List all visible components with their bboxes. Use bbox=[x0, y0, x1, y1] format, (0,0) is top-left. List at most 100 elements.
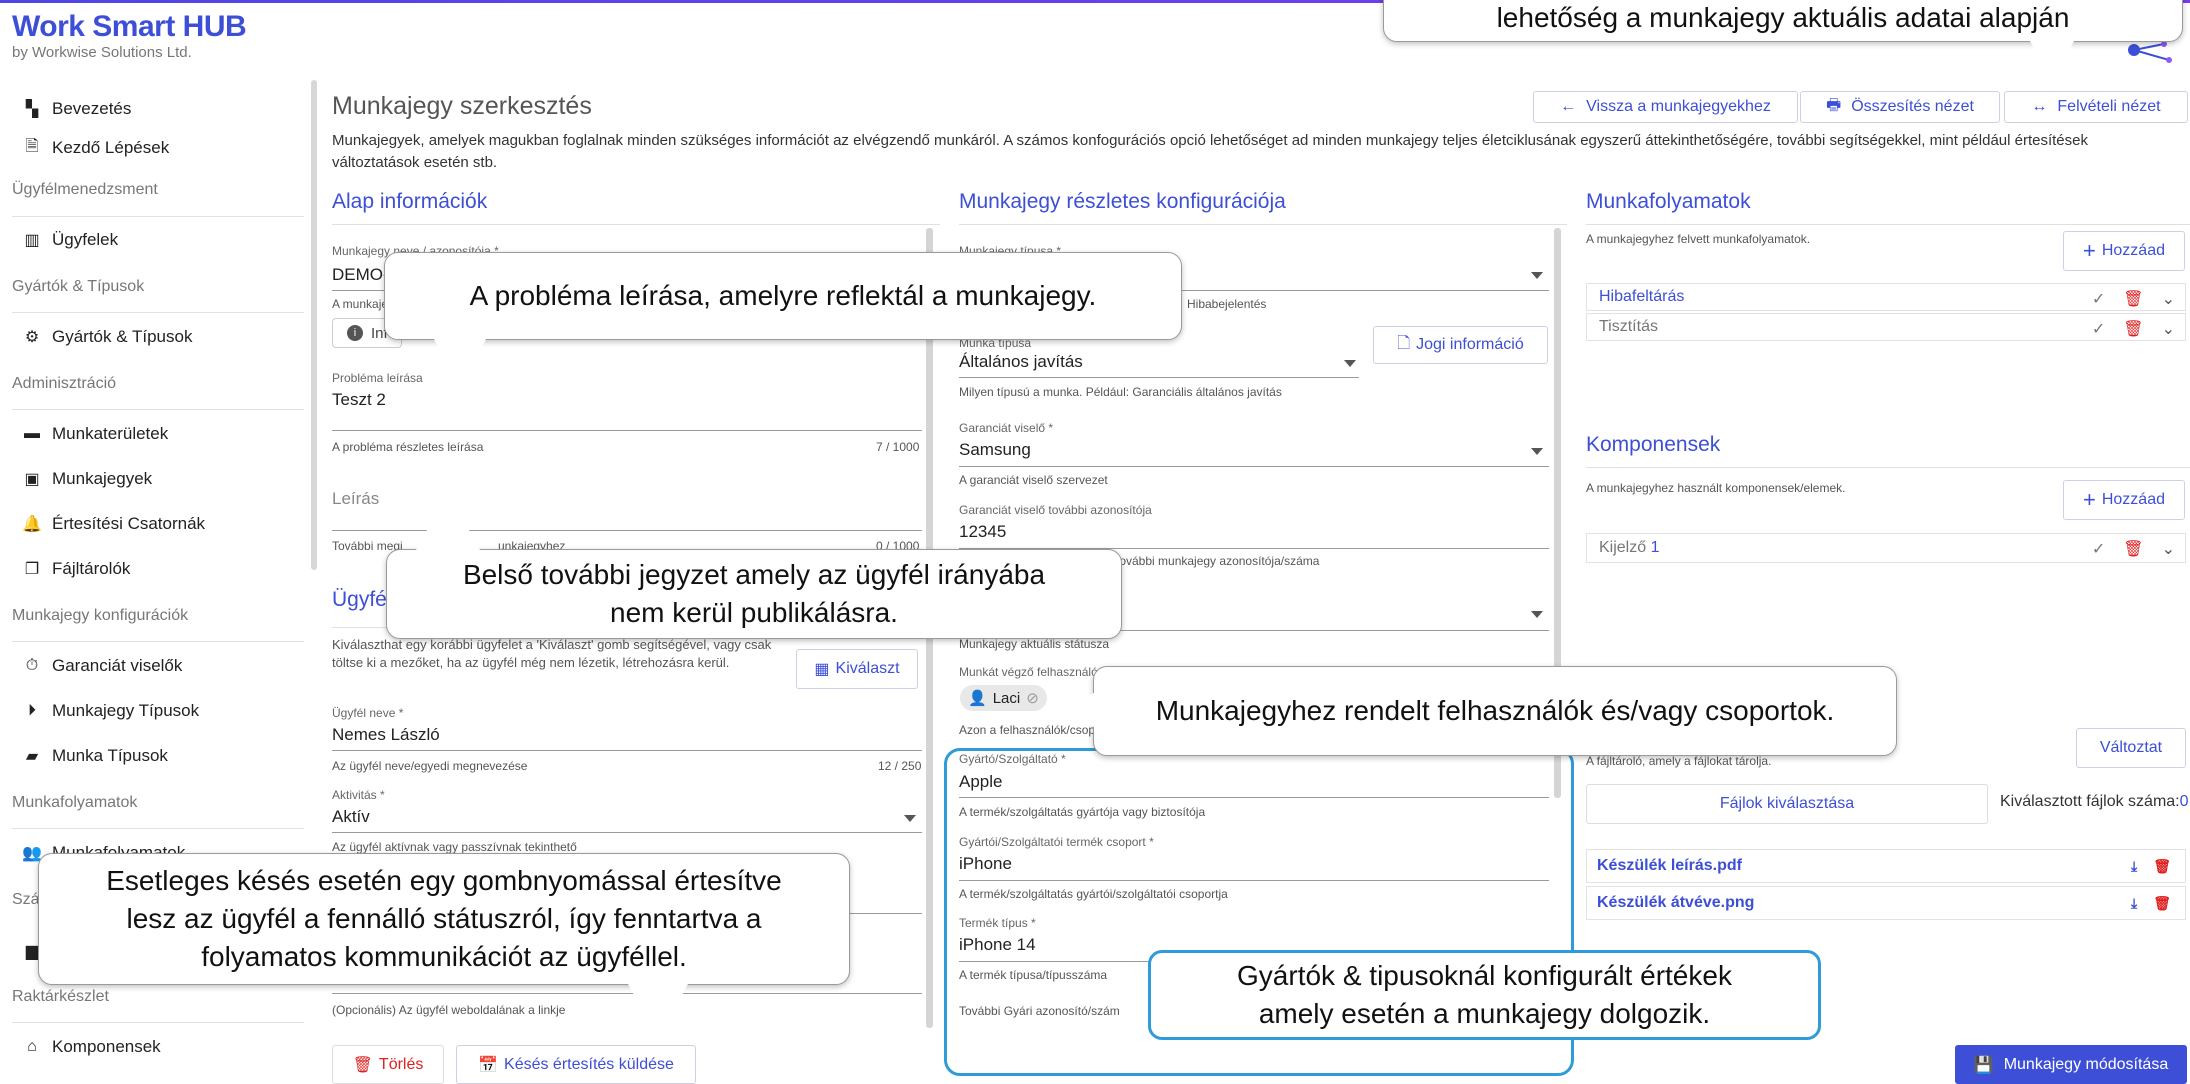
basic-info-title: Alap információk bbox=[332, 190, 488, 213]
arrows-horizontal-icon: ↔ bbox=[2031, 98, 2048, 115]
callout-tail bbox=[628, 984, 688, 1040]
sidebar-item-label: Értesítési Csatornák bbox=[52, 514, 206, 533]
components-help: A munkajegyhez használt komponensek/elem… bbox=[1586, 481, 1846, 495]
check-edit-icon[interactable]: ✓ bbox=[2092, 289, 2105, 309]
sidebar-item-label: Munkajegyek bbox=[52, 469, 153, 488]
sidebar-item-ugyfelek[interactable]: ▥ Ügyfelek bbox=[22, 220, 118, 260]
download-icon[interactable]: ⤓ bbox=[2131, 858, 2137, 875]
sidebar-item-fajltarolok[interactable]: ❐ Fájltárolók bbox=[22, 549, 131, 589]
sidebar-item-munkajegyek[interactable]: ▣ Munkajegyek bbox=[22, 459, 152, 499]
description-textarea[interactable]: Leírás bbox=[332, 489, 379, 509]
divider bbox=[12, 312, 304, 313]
legal-info-button[interactable]: 🗋 Jogi információ bbox=[1373, 326, 1548, 364]
file-row[interactable]: Készülék leírás.pdf ⤓ 🗑 bbox=[1586, 849, 2186, 883]
back-to-tickets-button[interactable]: ← Vissza a munkajegyekhez bbox=[1533, 91, 1798, 123]
document-icon: 🗎 bbox=[25, 137, 39, 155]
warranty-id-input[interactable]: 12345 bbox=[959, 522, 1006, 542]
trash-icon[interactable]: 🗑 bbox=[2153, 858, 2171, 875]
arrow-left-icon: ← bbox=[1560, 98, 1577, 115]
summary-view-button[interactable]: 🖶 Összesítés nézet bbox=[1800, 91, 2000, 123]
ticket-name-help: A munkaje bbox=[332, 297, 389, 311]
warranty-id-label: Garanciát viselő további azonosítója bbox=[959, 503, 1152, 517]
component-row[interactable]: Kijelző 1 ✓ 🗑 ⌄ bbox=[1586, 533, 2186, 563]
save-ticket-button[interactable]: 💾 Munkajegy módosítása bbox=[1955, 1045, 2187, 1084]
work-type-select[interactable]: Általános javítás bbox=[959, 352, 1083, 372]
selected-files-count: Kiválasztott fájlok száma:0 bbox=[2000, 793, 2189, 810]
sidebar-scrollbar[interactable] bbox=[311, 80, 317, 570]
chevron-down-icon bbox=[904, 815, 916, 822]
workflow-row[interactable]: Hibafeltárás ✓ 🗑 ⌄ bbox=[1586, 283, 2186, 311]
callout-tail bbox=[416, 492, 480, 550]
sidebar-item-komponensek[interactable]: ⌂ Komponensek bbox=[22, 1027, 161, 1067]
workers-label: Munkát végző felhasználó bbox=[959, 665, 1098, 679]
check-edit-icon[interactable]: ✓ bbox=[2092, 539, 2105, 559]
client-name-input[interactable]: Nemes László bbox=[332, 725, 440, 745]
add-component-button[interactable]: + Hozzáad bbox=[2063, 480, 2185, 520]
input-underline bbox=[332, 750, 922, 751]
config-title: Munkajegy részletes konfigurációja bbox=[959, 190, 1286, 213]
client-section-title: Ügyfé bbox=[332, 588, 387, 611]
download-icon[interactable]: ⤓ bbox=[2131, 895, 2137, 912]
sidebar-item-bevezetes[interactable]: ▚ Bevezetés bbox=[22, 89, 132, 129]
warehouse-icon: ⌂ bbox=[27, 1038, 37, 1055]
trash-icon[interactable]: 🗑 bbox=[2123, 539, 2143, 559]
input-underline bbox=[332, 832, 922, 833]
website-help: (Opcionális) Az ügyfél weboldalának a li… bbox=[332, 1003, 566, 1017]
sidebar-item-munkajegy-tipusok[interactable]: ⏵ Munkajegy Típusok bbox=[22, 691, 199, 731]
chevron-down-icon bbox=[1531, 611, 1543, 618]
sidebar-item-gyartok-tipusok[interactable]: ⚙ Gyártók & Típusok bbox=[22, 317, 193, 357]
warranty-select[interactable]: Samsung bbox=[959, 440, 1031, 460]
input-underline bbox=[332, 993, 922, 994]
change-storage-button[interactable]: Változtat bbox=[2076, 728, 2186, 768]
divider bbox=[12, 1022, 304, 1023]
callout-problem: A probléma leírása, amelyre reflektál a … bbox=[384, 252, 1182, 340]
sidebar-item-munka-tipusok[interactable]: ▰ Munka Típusok bbox=[22, 736, 168, 776]
select-client-button[interactable]: ▦ Kiválaszt bbox=[796, 649, 918, 689]
input-underline bbox=[959, 466, 1549, 467]
sidebar-item-kezdo-lepesek[interactable]: 🗎 Kezdő Lépések bbox=[22, 128, 170, 168]
callout-delay-notification: Esetleges késés esetén egy gombnyomással… bbox=[38, 853, 850, 985]
sidebar-item-garanciat-viselok[interactable]: ⏱ Garanciát viselők bbox=[22, 646, 183, 686]
callout-tail bbox=[1058, 692, 1096, 728]
chevron-down-icon[interactable]: ⌄ bbox=[2162, 289, 2175, 309]
dashboard-icon: ▚ bbox=[25, 101, 39, 118]
remove-chip-icon[interactable]: ⊘ bbox=[1026, 689, 1039, 707]
worker-chip[interactable]: 👤 Laci ⊘ bbox=[960, 685, 1047, 711]
trash-icon[interactable]: 🗑 bbox=[2153, 895, 2171, 912]
sidebar-section-gyartok: Gyártók & Típusok bbox=[12, 278, 145, 295]
callout-tail bbox=[2030, 41, 2074, 81]
brand[interactable]: Work Smart HUB by Workwise Solutions Ltd… bbox=[12, 10, 247, 61]
intake-view-button[interactable]: ↔ Felvételi nézet bbox=[2004, 91, 2188, 123]
divider bbox=[12, 828, 304, 829]
warranty-help: A garanciát viselő szervezet bbox=[959, 473, 1108, 487]
divider bbox=[959, 224, 1567, 225]
plus-icon: + bbox=[2082, 487, 2096, 512]
ticket-name-input[interactable]: DEMO- bbox=[332, 265, 389, 285]
save-icon: 💾 bbox=[1973, 1056, 1994, 1074]
problem-textarea[interactable]: Teszt 2 bbox=[332, 390, 386, 410]
trash-icon[interactable]: 🗑 bbox=[2123, 289, 2143, 309]
sidebar-item-label: Munka Típusok bbox=[52, 746, 168, 765]
sidebar-item-munkateruletek[interactable]: ▬ Munkaterületek bbox=[22, 414, 168, 454]
divider bbox=[12, 409, 304, 410]
delete-button[interactable]: 🗑 Törlés bbox=[332, 1045, 444, 1084]
check-edit-icon[interactable]: ✓ bbox=[2092, 319, 2105, 339]
chevron-down-icon bbox=[1531, 272, 1543, 279]
sidebar-item-label: Ügyfelek bbox=[52, 230, 119, 249]
divider bbox=[1586, 224, 2190, 225]
page-description: Munkajegyek, amelyek magukban foglalnak … bbox=[332, 132, 2088, 171]
sidebar-section-ugyfelmenedzsment: Ügyfélmenedzsment bbox=[12, 181, 158, 198]
trash-icon[interactable]: 🗑 bbox=[2123, 319, 2143, 339]
chevron-down-icon[interactable]: ⌄ bbox=[2162, 319, 2175, 339]
building-icon: ▥ bbox=[24, 232, 40, 249]
sidebar-item-ertesitesi-csatornak[interactable]: 🔔 Értesítési Csatornák bbox=[22, 504, 205, 544]
activity-select[interactable]: Aktív bbox=[332, 807, 370, 827]
send-delay-notification-button[interactable]: 📅 Késés értesítés küldése bbox=[456, 1045, 696, 1084]
workflow-row[interactable]: Tisztítás ✓ 🗑 ⌄ bbox=[1586, 313, 2186, 341]
chevron-down-icon bbox=[1344, 360, 1356, 367]
add-workflow-button[interactable]: + Hozzáad bbox=[2063, 231, 2185, 271]
choose-files-button[interactable]: Fájlok kiválasztása bbox=[1586, 784, 1988, 824]
chevron-down-icon[interactable]: ⌄ bbox=[2162, 539, 2175, 559]
file-row[interactable]: Készülék átvéve.png ⤓ 🗑 bbox=[1586, 886, 2186, 920]
sidebar-item-label: Munkaterületek bbox=[52, 424, 169, 443]
